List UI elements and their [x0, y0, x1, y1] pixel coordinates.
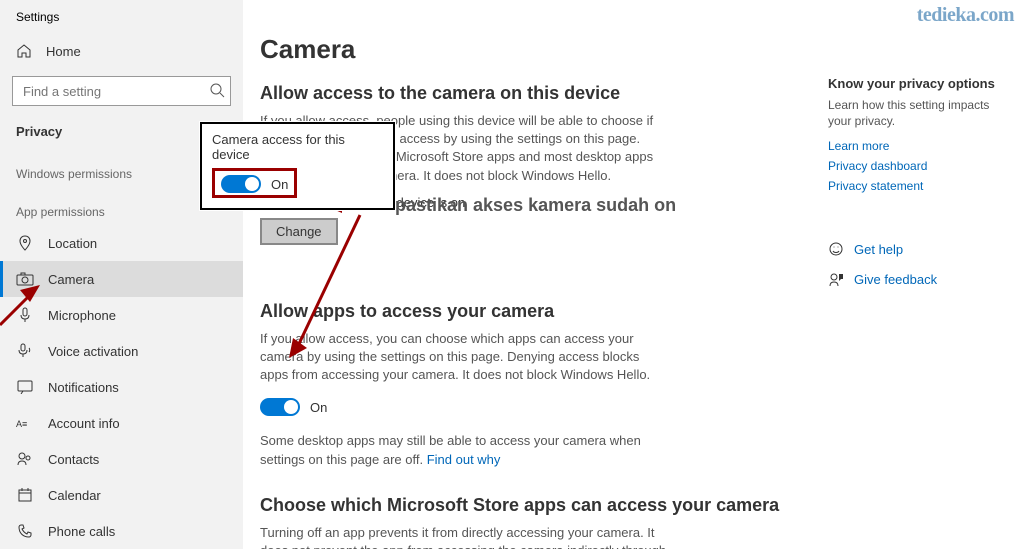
privacy-options-text: Learn how this setting impacts your priv… [828, 97, 1008, 129]
callout-toggle-box: On [212, 168, 297, 198]
location-icon [16, 234, 34, 252]
svg-text:A≡: A≡ [16, 419, 27, 429]
search-icon [209, 82, 225, 98]
window-title: Settings [0, 6, 243, 34]
apps-access-toggle[interactable] [260, 398, 300, 416]
account-icon: A≡ [16, 414, 34, 432]
section-heading: Choose which Microsoft Store apps can ac… [260, 495, 800, 516]
section-store-apps: Choose which Microsoft Store apps can ac… [260, 495, 800, 549]
sidebar-item-account[interactable]: A≡ Account info [0, 405, 243, 441]
search-input[interactable] [12, 76, 231, 106]
nav-home[interactable]: Home [0, 34, 243, 68]
get-help-link[interactable]: Get help [828, 241, 1008, 257]
sidebar-item-notifications[interactable]: Notifications [0, 369, 243, 405]
sidebar-item-phone[interactable]: Phone calls [0, 513, 243, 549]
nav-home-label: Home [46, 44, 81, 59]
sidebar-right: Know your privacy options Learn how this… [828, 76, 1008, 297]
arrow-to-toggle [285, 210, 365, 360]
help-icon [828, 241, 844, 257]
notification-icon [16, 378, 34, 396]
sidebar-item-label: Camera [48, 272, 94, 287]
calendar-icon [16, 486, 34, 504]
sidebar-item-label: Calendar [48, 488, 101, 503]
arrow-to-camera-nav [0, 280, 45, 330]
home-icon [16, 43, 32, 59]
feedback-label: Give feedback [854, 272, 937, 287]
sidebar-item-contacts[interactable]: Contacts [0, 441, 243, 477]
sidebar-item-label: Notifications [48, 380, 119, 395]
desktop-apps-note: Some desktop apps may still be able to a… [260, 432, 670, 468]
sidebar-item-label: Location [48, 236, 97, 251]
sidebar-item-label: Microphone [48, 308, 116, 323]
voice-icon [16, 342, 34, 360]
sidebar-item-calendar[interactable]: Calendar [0, 477, 243, 513]
sidebar-item-location[interactable]: Location [0, 225, 243, 261]
callout-toggle-label: On [271, 177, 288, 192]
search-container [12, 76, 231, 106]
give-feedback-link[interactable]: Give feedback [828, 271, 1008, 287]
phone-icon [16, 522, 34, 540]
privacy-options-heading: Know your privacy options [828, 76, 1008, 91]
sidebar-item-label: Contacts [48, 452, 99, 467]
sidebar-item-label: Voice activation [48, 344, 138, 359]
contacts-icon [16, 450, 34, 468]
watermark: tedieka.com [917, 4, 1014, 27]
help-label: Get help [854, 242, 903, 257]
link-learn-more[interactable]: Learn more [828, 139, 1008, 153]
section-heading: Allow access to the camera on this devic… [260, 83, 800, 104]
feedback-icon [828, 271, 844, 287]
page-title: Camera [260, 34, 800, 65]
find-out-why-link[interactable]: Find out why [427, 452, 501, 467]
toggle-label: On [310, 400, 327, 415]
callout-camera-access: Camera access for this device On [200, 122, 395, 210]
sidebar-item-label: Account info [48, 416, 120, 431]
sidebar-item-label: Phone calls [48, 524, 115, 539]
sidebar-item-voice[interactable]: Voice activation [0, 333, 243, 369]
callout-toggle[interactable] [221, 175, 261, 193]
sidebar: Settings Home Privacy Windows permission… [0, 0, 243, 549]
link-privacy-statement[interactable]: Privacy statement [828, 179, 1008, 193]
section-description: Turning off an app prevents it from dire… [260, 524, 670, 549]
link-privacy-dashboard[interactable]: Privacy dashboard [828, 159, 1008, 173]
annotation-text: pastikan akses kamera sudah on [395, 195, 676, 216]
callout-title: Camera access for this device [212, 132, 383, 162]
